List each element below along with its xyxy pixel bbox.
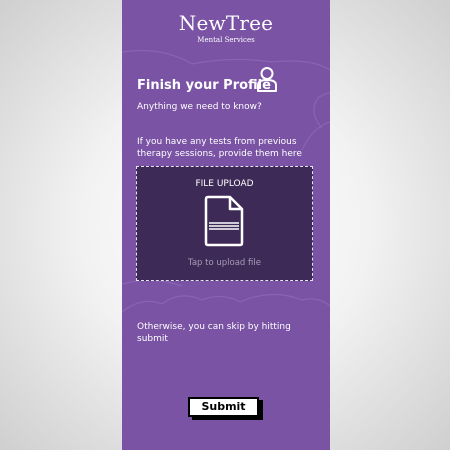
brand-subtitle: Mental Services — [197, 36, 255, 44]
instructions-text: If you have any tests from previous ther… — [137, 137, 302, 159]
brand-name: NewTree — [178, 11, 274, 35]
page-title: Finish your Profile — [137, 78, 271, 93]
app-screen: NewTree Mental Services Finish your Prof… — [122, 0, 330, 450]
skip-text: Otherwise, you can skip by hitting submi… — [137, 322, 291, 344]
user-profile-icon — [257, 67, 277, 92]
document-icon — [204, 195, 244, 247]
upload-title: FILE UPLOAD — [195, 179, 254, 189]
brand-logo: NewTree Mental Services — [122, 12, 330, 45]
submit-button[interactable]: Submit — [188, 397, 259, 417]
question-text: Anything we need to know? — [137, 102, 262, 112]
file-upload-area[interactable]: FILE UPLOAD Tap to upload file — [136, 166, 313, 281]
upload-hint: Tap to upload file — [188, 258, 261, 268]
